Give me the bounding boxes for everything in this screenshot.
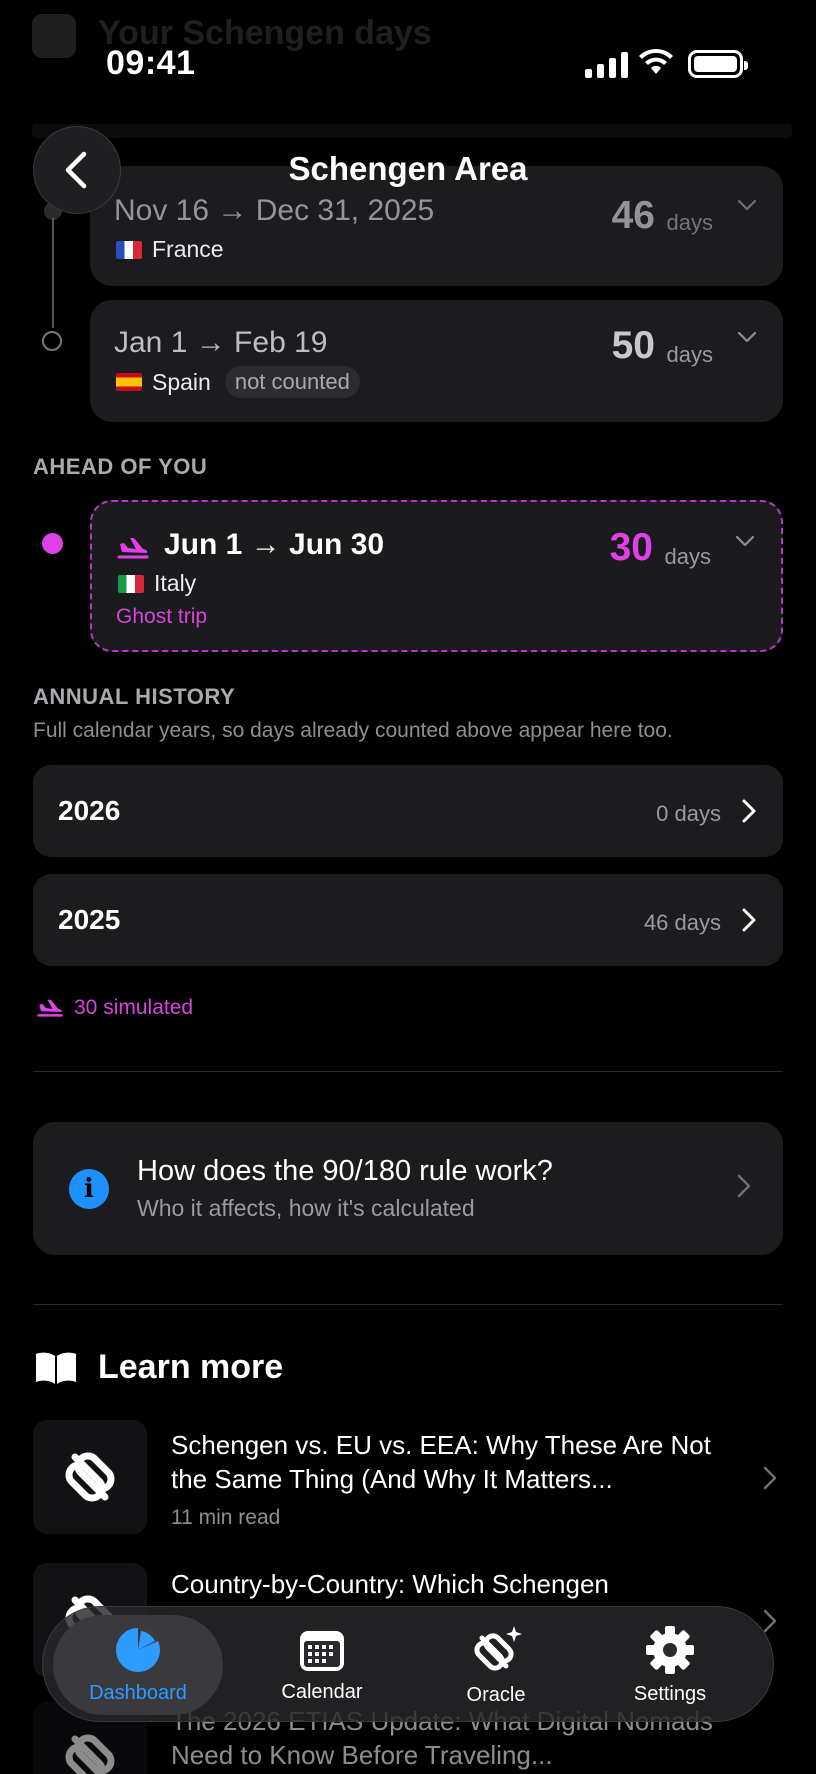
france-flag-icon — [116, 240, 142, 259]
gear-icon — [646, 1625, 694, 1674]
tab-label: Dashboard — [89, 1681, 187, 1704]
tab-calendar[interactable]: Calendar — [237, 1607, 407, 1723]
year-days: 0 days — [656, 801, 721, 826]
tab-oracle[interactable]: Oracle — [411, 1607, 581, 1723]
chevron-right-icon — [742, 908, 756, 932]
chevron-right-icon — [763, 1609, 777, 1633]
article-read-time: 11 min read — [171, 1506, 281, 1529]
rule-info-answer: Who it affects, how it's calculated — [137, 1195, 475, 1221]
chevron-right-icon — [763, 1466, 777, 1490]
page-title: Schengen Area — [288, 150, 528, 187]
plane-landing-icon — [117, 538, 149, 559]
rule-info-question: How does the 90/180 rule work? — [137, 1155, 553, 1187]
info-icon: i — [69, 1169, 109, 1209]
section-ahead-label: AHEAD OF YOU — [33, 454, 208, 479]
rule-info-card[interactable]: i How does the 90/180 rule work? Who it … — [33, 1122, 783, 1255]
article-title: Country-by-Country: Which Schengen — [171, 1569, 609, 1599]
ghost-trip-card[interactable]: Jun 1 → Jun 30 Italy Ghost trip 30 days — [90, 500, 783, 652]
wifi-icon — [639, 48, 673, 74]
tab-label: Settings — [633, 1682, 707, 1705]
year-row-2026[interactable]: 2026 0 days — [33, 765, 783, 857]
cellular-signal-icon — [585, 52, 628, 78]
ghost-trip-dates: Jun 1 → Jun 30 — [164, 528, 385, 561]
ghost-trip-days-count: 30 — [609, 526, 653, 569]
divider — [33, 1304, 783, 1305]
tab-dashboard[interactable]: Dashboard — [53, 1615, 223, 1715]
stay-country: Spain not counted — [116, 366, 360, 398]
oracle-icon — [474, 1625, 522, 1671]
learn-more-title: Learn more — [98, 1348, 284, 1386]
stay-dates: Jan 1 → Feb 19 — [114, 326, 328, 359]
calendar-icon — [300, 1630, 344, 1671]
year-label: 2026 — [58, 795, 121, 826]
year-label: 2025 — [58, 904, 121, 935]
chevron-right-icon — [737, 1174, 751, 1198]
stay-days-count: 50 — [611, 324, 655, 367]
schengen-logo-icon — [65, 1734, 115, 1774]
spain-flag-icon — [116, 373, 142, 391]
stay-card-spain[interactable]: Jan 1 → Feb 19 Spain not counted 50 days — [90, 300, 783, 422]
chevron-down-icon[interactable] — [737, 330, 757, 344]
ghost-trip-days-unit: days — [664, 544, 711, 569]
stay-country-name: France — [152, 236, 224, 262]
schengen-logo-icon — [65, 1452, 115, 1502]
annual-history-subtitle: Full calendar years, so days already cou… — [33, 719, 673, 742]
screen: Your Schengen days 09:41 Schengen Area N… — [0, 0, 816, 1774]
chevron-down-icon[interactable] — [735, 534, 755, 548]
tab-label: Calendar — [281, 1680, 363, 1703]
simulated-days-note: 30 simulated — [36, 996, 193, 1020]
chevron-right-icon — [742, 799, 756, 823]
year-days: 46 days — [643, 910, 721, 935]
book-icon — [36, 1352, 76, 1384]
timeline-line — [52, 218, 54, 328]
ghost-trip-tag: Ghost trip — [116, 605, 208, 628]
section-annual-history-label: ANNUAL HISTORY — [33, 684, 236, 709]
italy-flag-icon — [118, 574, 144, 593]
stay-country-name: Spain — [152, 368, 211, 395]
divider — [33, 1071, 783, 1072]
stay-country: France — [116, 236, 224, 263]
year-row-2025[interactable]: 2025 46 days — [33, 874, 783, 966]
timeline-dot-ghost — [42, 533, 63, 554]
timeline-dot-open — [42, 331, 62, 351]
status-bar: 09:41 — [0, 0, 816, 130]
plane-landing-icon — [37, 999, 63, 1017]
simulated-days-text: 30 simulated — [74, 996, 194, 1019]
status-time: 09:41 — [106, 44, 196, 82]
article-thumbnail — [33, 1420, 147, 1534]
tab-label: Oracle — [466, 1683, 526, 1706]
tab-bar: Dashboard Calendar Oracle Settings — [42, 1606, 774, 1722]
tab-settings[interactable]: Settings — [585, 1607, 755, 1723]
nav-bar: Schengen Area — [0, 126, 816, 216]
ghost-trip-country: Italy — [118, 570, 196, 597]
learn-more-header: Learn more — [34, 1348, 283, 1387]
not-counted-badge: not counted — [224, 366, 360, 398]
battery-icon — [688, 50, 748, 78]
stay-days-unit: days — [666, 342, 713, 367]
article-item[interactable]: Schengen vs. EU vs. EEA: Why These Are N… — [33, 1420, 783, 1534]
ghost-trip-country-name: Italy — [154, 570, 197, 596]
pie-chart-icon — [116, 1627, 160, 1672]
article-title: Schengen vs. EU vs. EEA: Why These Are N… — [171, 1430, 711, 1494]
